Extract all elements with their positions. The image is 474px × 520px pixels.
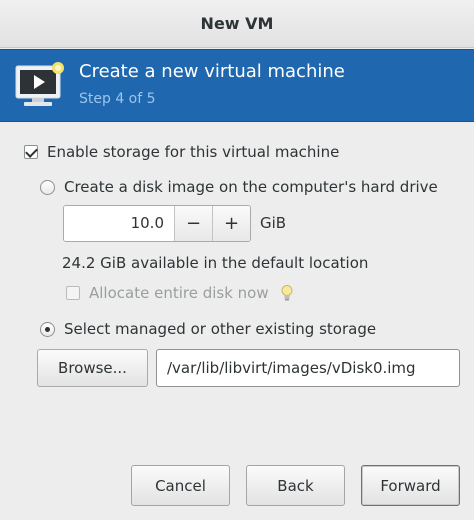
storage-path-input[interactable]: /var/lib/libvirt/images/vDisk0.img [156, 349, 460, 387]
back-button[interactable]: Back [246, 465, 345, 506]
browse-button[interactable]: Browse... [37, 349, 148, 387]
create-disk-label: Create a disk image on the computer's ha… [64, 178, 438, 196]
wizard-header-banner: Create a new virtual machine Step 4 of 5 [0, 49, 474, 122]
increase-size-button[interactable]: + [212, 206, 250, 241]
window-title: New VM [200, 14, 274, 33]
decrease-size-button[interactable]: − [174, 206, 212, 241]
lightbulb-hint-icon [281, 285, 293, 301]
wizard-title: Create a new virtual machine [79, 61, 345, 82]
disk-size-input[interactable]: 10.0 [64, 206, 174, 241]
create-disk-row[interactable]: Create a disk image on the computer's ha… [40, 178, 438, 196]
monitor-new-icon [15, 62, 64, 106]
size-unit-label: GiB [260, 214, 287, 232]
enable-storage-checkbox[interactable] [24, 145, 38, 159]
select-existing-row[interactable]: Select managed or other existing storage [40, 320, 376, 338]
wizard-step-indicator: Step 4 of 5 [79, 91, 156, 107]
disk-size-spinner[interactable]: 10.0 − + [63, 205, 251, 242]
enable-storage-label: Enable storage for this virtual machine [47, 143, 340, 161]
create-disk-radio[interactable] [40, 179, 55, 195]
available-space-text: 24.2 GiB available in the default locati… [62, 254, 369, 272]
forward-button[interactable]: Forward [361, 465, 460, 506]
enable-storage-row[interactable]: Enable storage for this virtual machine [24, 143, 339, 161]
select-existing-radio[interactable] [40, 321, 55, 337]
cancel-button[interactable]: Cancel [131, 465, 230, 506]
allocate-disk-row[interactable]: Allocate entire disk now [66, 284, 295, 302]
allocate-disk-checkbox[interactable] [66, 286, 80, 300]
select-existing-label: Select managed or other existing storage [64, 320, 377, 338]
allocate-disk-label: Allocate entire disk now [89, 284, 269, 302]
window-titlebar: New VM [0, 0, 474, 48]
